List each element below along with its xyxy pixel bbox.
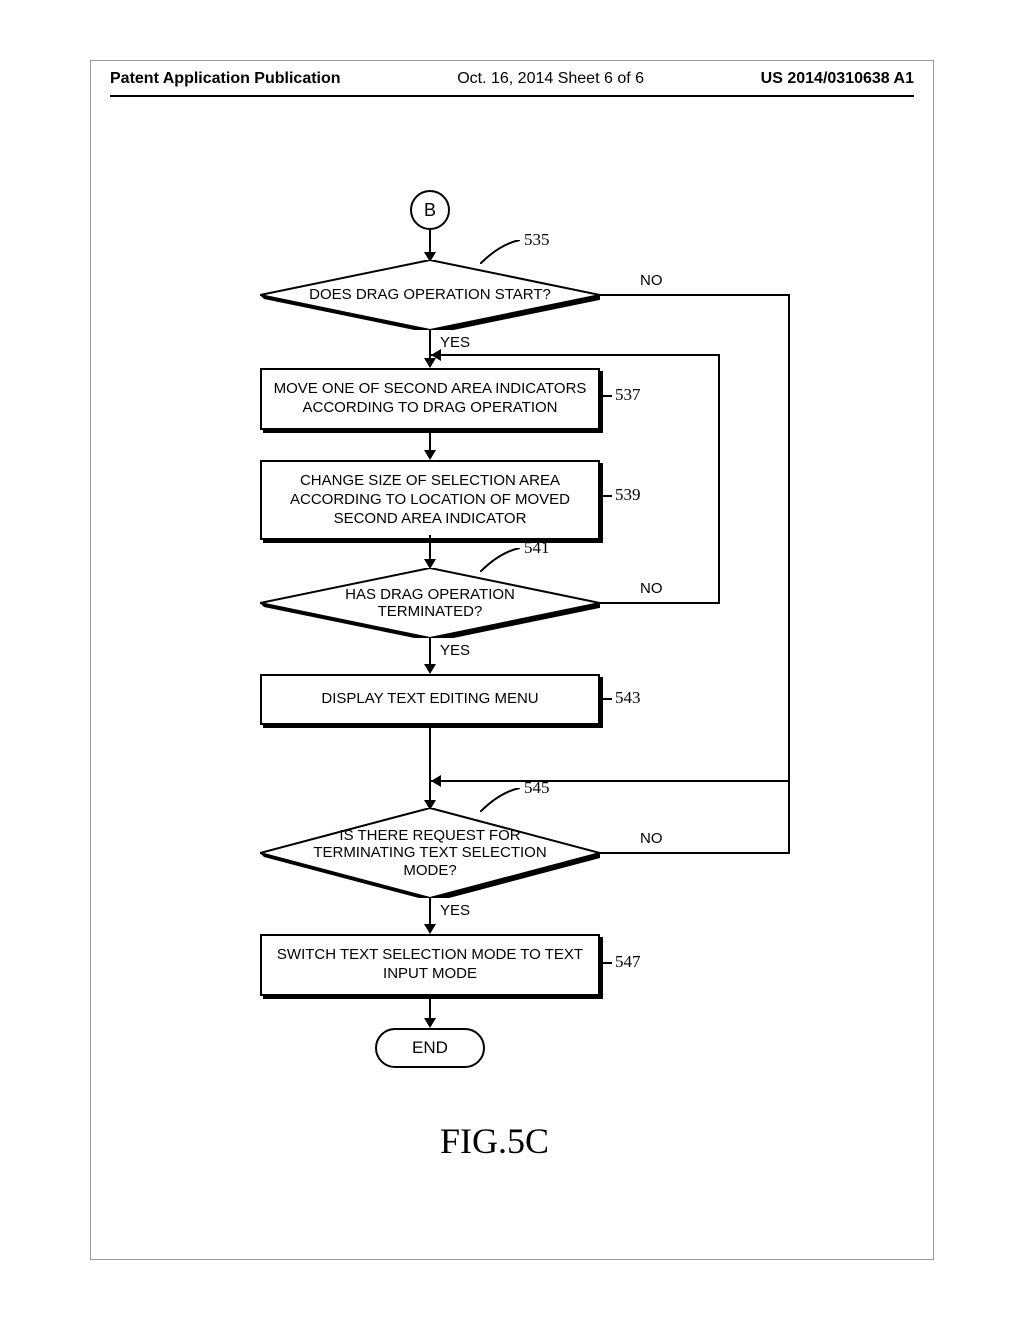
process-547-text: SWITCH TEXT SELECTION MODE TO TEXT INPUT… xyxy=(277,946,583,982)
arrow-icon xyxy=(431,775,441,787)
process-539-text: CHANGE SIZE OF SELECTION AREA ACCORDING … xyxy=(290,472,570,527)
flow-line xyxy=(788,294,790,782)
process-547: SWITCH TEXT SELECTION MODE TO TEXT INPUT… xyxy=(260,934,600,996)
edge-yes-545: YES xyxy=(440,902,470,919)
terminator-end: END xyxy=(375,1028,485,1068)
decision-535: DOES DRAG OPERATION START? xyxy=(260,260,600,330)
flow-line xyxy=(429,230,431,254)
ref-539: 539 xyxy=(615,485,641,505)
flow-line xyxy=(788,780,790,854)
tick-line xyxy=(602,495,612,497)
process-537-text: MOVE ONE OF SECOND AREA INDICATORS ACCOR… xyxy=(274,380,587,416)
ref-545: 545 xyxy=(524,778,550,798)
arrow-icon xyxy=(424,664,436,674)
ref-535: 535 xyxy=(524,230,550,250)
decision-535-text: DOES DRAG OPERATION START? xyxy=(309,286,551,303)
tick-line xyxy=(602,962,612,964)
decision-541-text: HAS DRAG OPERATION TERMINATED? xyxy=(300,586,560,621)
edge-no-545: NO xyxy=(640,830,663,847)
terminator-end-label: END xyxy=(412,1038,448,1058)
ref-541: 541 xyxy=(524,538,550,558)
header-right: US 2014/0310638 A1 xyxy=(761,70,914,88)
ref-547: 547 xyxy=(615,952,641,972)
process-543: DISPLAY TEXT EDITING MENU xyxy=(260,674,600,725)
ref-543: 543 xyxy=(615,688,641,708)
edge-no-535: NO xyxy=(640,272,663,289)
decision-545-text: IS THERE REQUEST FOR TERMINATING TEXT SE… xyxy=(300,827,560,879)
tick-line xyxy=(602,698,612,700)
tick-line xyxy=(602,395,612,397)
arrow-icon xyxy=(424,450,436,460)
flow-line xyxy=(718,354,720,604)
flow-line xyxy=(429,994,431,1020)
decision-545: IS THERE REQUEST FOR TERMINATING TEXT SE… xyxy=(260,808,600,898)
flow-line xyxy=(429,535,431,561)
flow-line xyxy=(429,638,431,666)
flow-line xyxy=(429,428,431,452)
flow-line xyxy=(429,724,431,802)
flow-line xyxy=(431,780,790,782)
flow-line xyxy=(431,354,720,356)
edge-yes-535: YES xyxy=(440,334,470,351)
process-543-text: DISPLAY TEXT EDITING MENU xyxy=(321,690,538,707)
flow-line xyxy=(600,294,790,296)
connector-b: B xyxy=(410,190,450,230)
process-539: CHANGE SIZE OF SELECTION AREA ACCORDING … xyxy=(260,460,600,540)
flow-line xyxy=(600,852,790,854)
edge-yes-541: YES xyxy=(440,642,470,659)
connector-b-label: B xyxy=(424,200,436,221)
flowchart: B 535 DOES DRAG OPERATION START? NO YES … xyxy=(200,190,824,1090)
header-rule xyxy=(110,95,914,97)
flow-line xyxy=(600,602,720,604)
header-left: Patent Application Publication xyxy=(110,70,341,88)
arrow-icon xyxy=(424,924,436,934)
flow-line xyxy=(429,898,431,926)
page-header: Patent Application Publication Oct. 16, … xyxy=(110,70,914,88)
arrow-icon xyxy=(424,1018,436,1028)
figure-caption: FIG.5C xyxy=(440,1120,549,1162)
header-center: Oct. 16, 2014 Sheet 6 of 6 xyxy=(457,70,644,88)
process-537: MOVE ONE OF SECOND AREA INDICATORS ACCOR… xyxy=(260,368,600,430)
decision-541: HAS DRAG OPERATION TERMINATED? xyxy=(260,568,600,638)
edge-no-541: NO xyxy=(640,580,663,597)
arrow-icon xyxy=(431,349,441,361)
ref-537: 537 xyxy=(615,385,641,405)
